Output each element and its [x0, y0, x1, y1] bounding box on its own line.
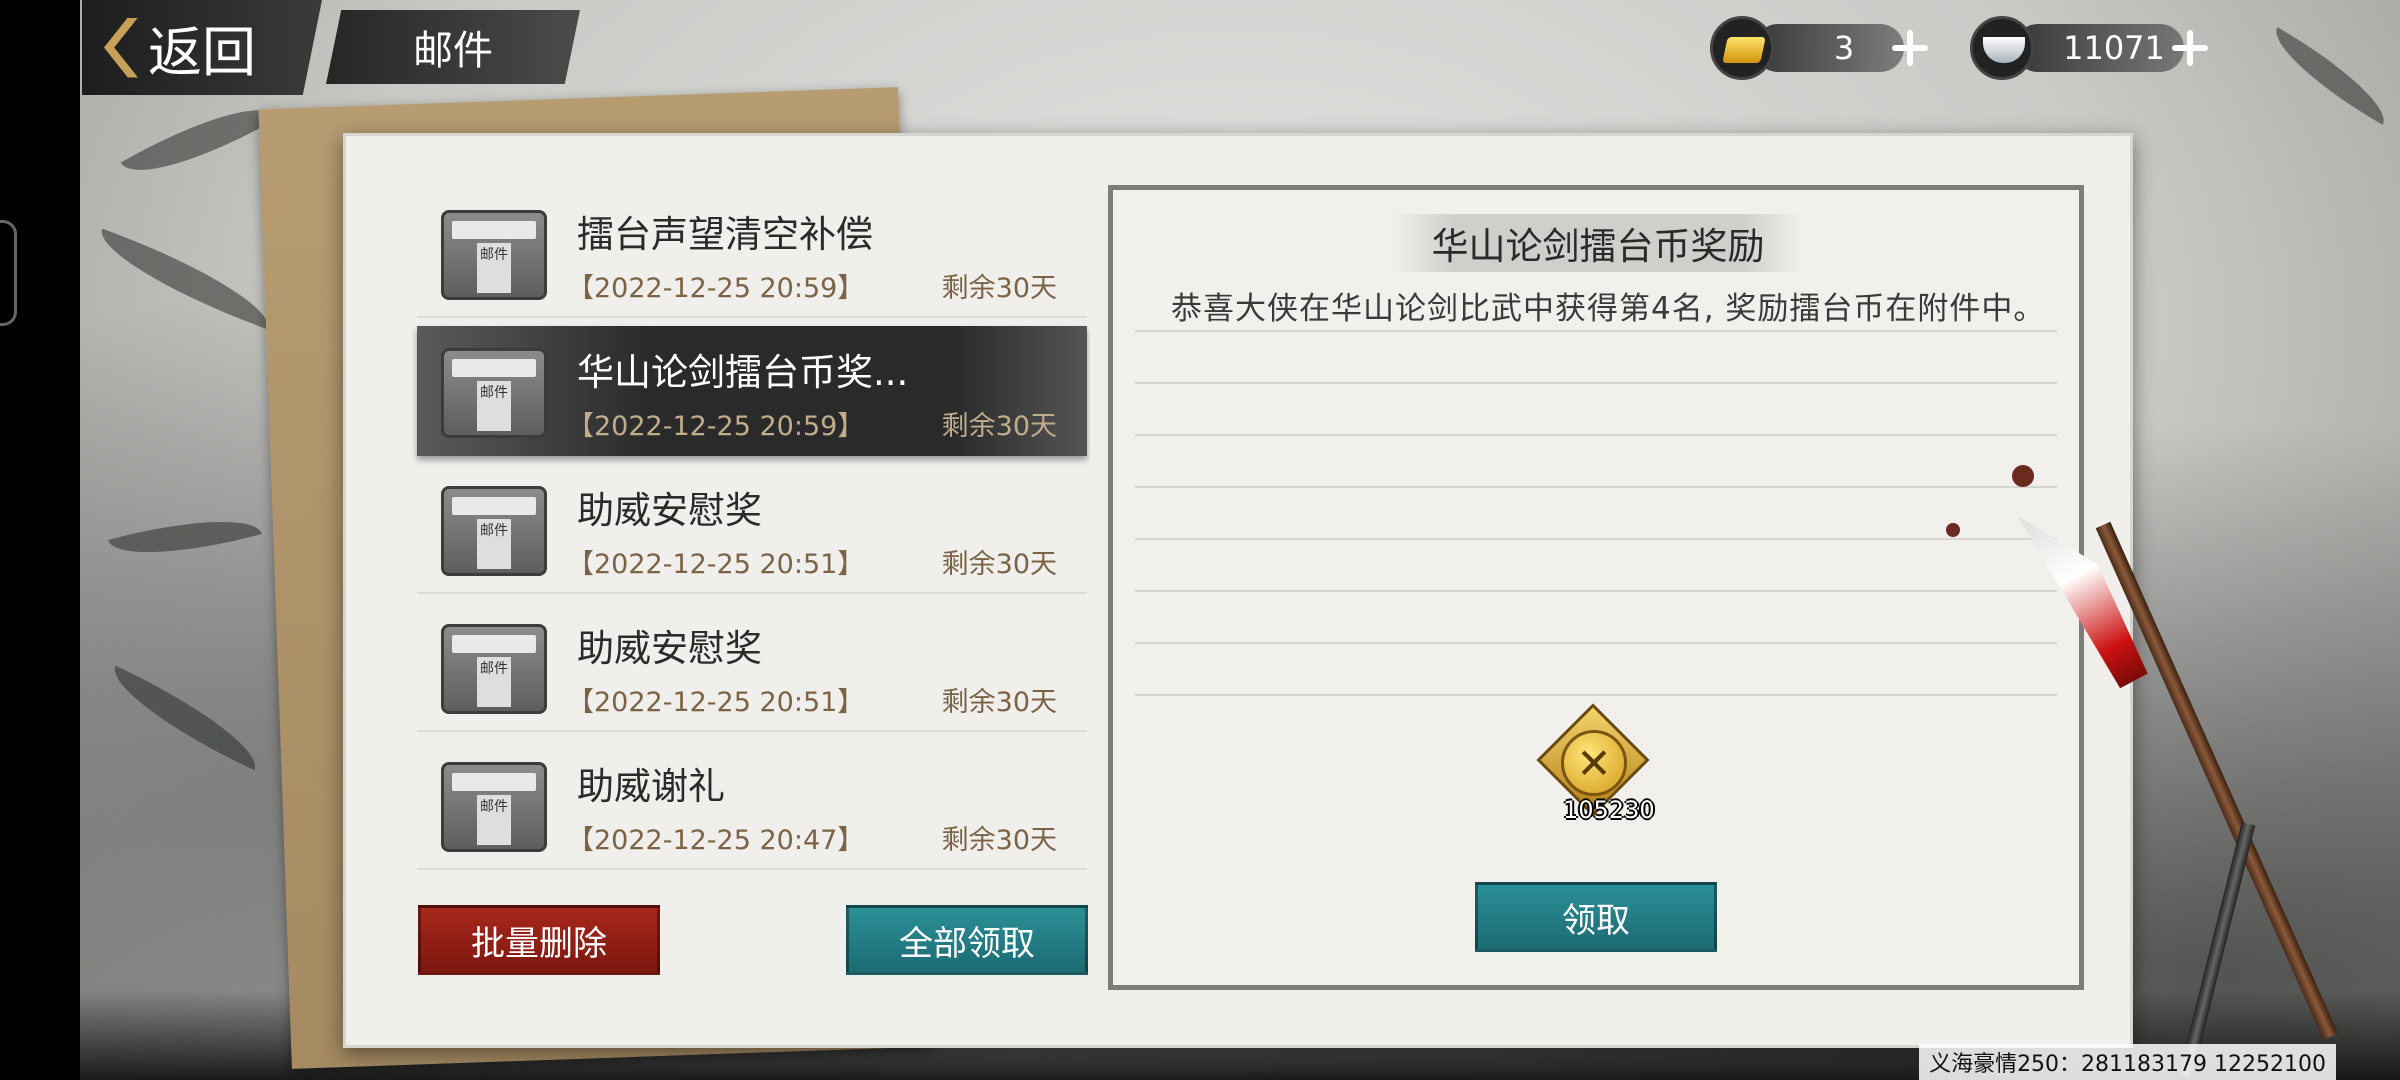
bamboo-leaf-decoration: [89, 228, 281, 330]
silver-ingot-icon: [1970, 16, 2034, 80]
mail-envelope-icon: 邮件: [441, 624, 547, 714]
mail-title: 华山论剑擂台币奖...: [577, 351, 909, 394]
mail-icon-text: 邮件: [477, 519, 511, 569]
arena-coin-icon: ✕: [1561, 730, 1627, 796]
mail-detail-panel: 华山论剑擂台币奖励 恭喜大侠在华山论剑比武中获得第4名, 奖励擂台币在附件中。 …: [1108, 185, 2084, 990]
mail-list-item[interactable]: 邮件 擂台声望清空补偿 【2022-12-25 20:59】 剩余30天: [417, 188, 1087, 318]
mail-remaining-days: 剩余30天: [941, 825, 1057, 856]
mail-date: 【2022-12-25 20:59】: [567, 411, 865, 442]
mail-icon-text: 邮件: [477, 381, 511, 431]
mail-title: 助威安慰奖: [577, 627, 762, 670]
mail-envelope-icon: 邮件: [441, 486, 547, 576]
mail-date: 【2022-12-25 20:47】: [567, 825, 865, 856]
mail-remaining-days: 剩余30天: [941, 549, 1057, 580]
mail-date: 【2022-12-25 20:51】: [567, 687, 865, 718]
chevron-left-icon: [104, 17, 138, 78]
mail-title: 助威谢礼: [577, 765, 725, 808]
mail-title: 助威安慰奖: [577, 489, 762, 532]
mail-list-item[interactable]: 邮件 助威安慰奖 【2022-12-25 20:51】 剩余30天: [417, 602, 1087, 732]
bamboo-leaf-decoration: [100, 665, 270, 771]
page-title: 邮件: [326, 10, 580, 84]
mail-list-item-selected[interactable]: 邮件 华山论剑擂台币奖... 【2022-12-25 20:59】 剩余30天: [417, 326, 1087, 456]
mail-remaining-days: 剩余30天: [941, 411, 1057, 442]
mail-icon-text: 邮件: [477, 243, 511, 293]
ink-drop: [2012, 465, 2034, 487]
batch-delete-label: 批量删除: [471, 923, 607, 964]
mail-envelope-icon: 邮件: [441, 210, 547, 300]
screen-edge: [0, 0, 80, 1080]
silver-amount: 11071: [2014, 24, 2184, 72]
claim-all-label: 全部领取: [899, 923, 1035, 964]
bamboo-leaf-decoration: [108, 501, 262, 573]
add-silver-plus-icon[interactable]: [2170, 28, 2210, 68]
back-button-label: 返回: [148, 21, 256, 84]
claim-all-button[interactable]: 全部领取: [846, 905, 1088, 975]
side-gesture-handle: [0, 220, 17, 326]
mail-detail-title: 华山论剑擂台币奖励: [1393, 214, 1803, 272]
bamboo-leaf-decoration: [2261, 27, 2399, 125]
mail-date: 【2022-12-25 20:51】: [567, 549, 865, 580]
mail-detail-title-text: 华山论剑擂台币奖励: [1431, 225, 1765, 268]
silver-currency: 11071: [1970, 10, 2210, 86]
mail-icon-text: 邮件: [477, 657, 511, 707]
add-gold-plus-icon[interactable]: [1890, 28, 1930, 68]
gold-amount: 3: [1754, 24, 1904, 72]
gold-ingot-icon: [1710, 16, 1774, 80]
batch-delete-button[interactable]: 批量删除: [418, 905, 660, 975]
attachment-reward[interactable]: ✕ 105230: [1533, 703, 1663, 840]
mail-envelope-icon: 邮件: [441, 348, 547, 438]
bamboo-leaf-decoration: [120, 82, 280, 198]
mail-list-item[interactable]: 邮件 助威安慰奖 【2022-12-25 20:51】 剩余30天: [417, 464, 1087, 594]
back-button[interactable]: 返回: [82, 0, 322, 95]
mail-icon-text: 邮件: [477, 795, 511, 845]
mail-title: 擂台声望清空补偿: [577, 213, 873, 256]
mail-remaining-days: 剩余30天: [941, 687, 1057, 718]
ink-drop: [1946, 523, 1960, 537]
player-watermark: 义海豪情250：281183179 12252100: [1919, 1044, 2336, 1080]
mail-envelope-icon: 邮件: [441, 762, 547, 852]
mail-remaining-days: 剩余30天: [941, 273, 1057, 304]
claim-button[interactable]: 领取: [1475, 882, 1717, 952]
gold-currency: 3: [1710, 10, 1930, 86]
mail-list[interactable]: 邮件 擂台声望清空补偿 【2022-12-25 20:59】 剩余30天 邮件 …: [395, 188, 1090, 888]
page-title-text: 邮件: [413, 28, 493, 74]
mail-list-item[interactable]: 邮件 助威谢礼 【2022-12-25 20:47】 剩余30天: [417, 740, 1087, 870]
mail-body-text: 恭喜大侠在华山论剑比武中获得第4名, 奖励擂台币在附件中。: [1171, 291, 2046, 327]
claim-button-label: 领取: [1562, 900, 1630, 941]
mail-date: 【2022-12-25 20:59】: [567, 273, 865, 304]
reward-count: 105230: [1563, 796, 1655, 824]
